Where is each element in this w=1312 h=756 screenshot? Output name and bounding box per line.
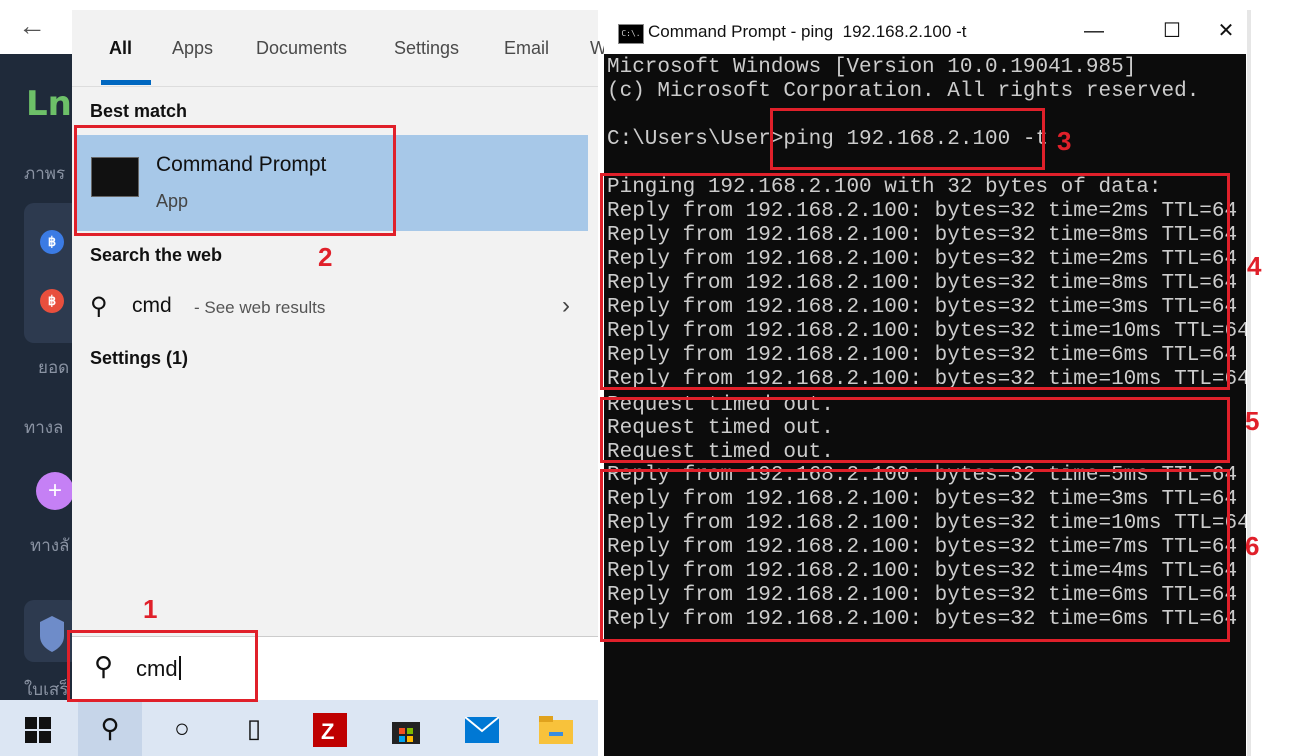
file-explorer-icon[interactable] [524, 700, 588, 756]
bg-label: ใบเสร็ [24, 680, 69, 699]
app-logo: Ln [26, 84, 72, 124]
store-icon[interactable] [374, 700, 438, 756]
tab-settings[interactable]: Settings [394, 38, 459, 59]
tab-apps[interactable]: Apps [172, 38, 213, 59]
search-web-title: Search the web [90, 245, 223, 265]
add-icon[interactable]: + [36, 472, 74, 510]
best-match-title: Best match [90, 101, 188, 121]
window-title: Command Prompt - ping 192.168.2.100 -t [648, 22, 967, 41]
background-app-topbar: ← [0, 0, 72, 54]
annotation-box-3 [770, 108, 1045, 170]
active-tab-indicator [101, 80, 151, 85]
search-tabs: All Apps Documents Settings Email W [72, 10, 607, 87]
annotation-box-2 [74, 125, 396, 236]
search-icon[interactable]: ⚲ [78, 700, 142, 756]
console-line: Microsoft Windows [Version 10.0.19041.98… [607, 56, 1137, 79]
bg-label: ทางล [24, 418, 64, 437]
annotation-box-4 [600, 173, 1230, 390]
tab-all[interactable]: All [109, 38, 132, 59]
maximize-button[interactable]: ☐ [1142, 16, 1202, 46]
web-query: cmd [132, 294, 172, 317]
web-result-row[interactable]: ⚲ cmd - See web results › [90, 292, 570, 322]
bg-label: ภาพร [24, 164, 66, 183]
bg-label: ยอด [38, 358, 70, 377]
bg-label: ทางลั [30, 536, 70, 555]
minimize-button[interactable]: — [1064, 16, 1124, 46]
cortana-icon[interactable]: ○ [150, 700, 214, 756]
filezilla-icon[interactable]: Z [298, 700, 362, 756]
coin-icon: ฿ [40, 230, 64, 254]
start-icon[interactable] [6, 700, 70, 756]
chevron-right-icon[interactable]: › [562, 292, 570, 320]
annotation-label-2: 2 [318, 242, 333, 272]
background-app: ← Ln ภาพร ฿ ฿ ยอด ทางล + ทางลั ใบเสร็ [0, 0, 84, 700]
coin-icon: ฿ [40, 289, 64, 313]
cmd-app-icon: C:\. [618, 24, 644, 44]
svg-text:Z: Z [321, 719, 334, 744]
mail-icon[interactable] [450, 700, 514, 756]
tab-documents[interactable]: Documents [256, 38, 347, 59]
annotation-label-4: 4 [1247, 251, 1262, 281]
search-panel: All Apps Documents Settings Email W Best… [72, 10, 607, 636]
taskbar: ⚲ ○ ▯ Z [0, 700, 598, 756]
console-line: (c) Microsoft Corporation. All rights re… [607, 80, 1200, 103]
close-button[interactable]: ✕ [1208, 16, 1244, 46]
annotation-box-6 [600, 469, 1230, 642]
back-arrow-icon[interactable]: ← [18, 10, 46, 42]
annotation-label-3: 3 [1057, 126, 1072, 156]
annotation-label-1: 1 [143, 594, 158, 624]
window-edge [1247, 10, 1251, 756]
cmd-titlebar[interactable]: C:\. Command Prompt - ping 192.168.2.100… [604, 10, 1246, 54]
annotation-box-5 [600, 397, 1230, 463]
annotation-box-1 [67, 630, 258, 702]
search-icon: ⚲ [90, 293, 108, 320]
settings-section-label[interactable]: Settings (1) [90, 348, 188, 369]
annotation-label-5: 5 [1245, 406, 1260, 436]
tab-email[interactable]: Email [504, 38, 549, 59]
task-view-icon[interactable]: ▯ [222, 700, 286, 756]
web-hint: - See web results [194, 298, 326, 317]
annotation-label-6: 6 [1245, 531, 1260, 561]
